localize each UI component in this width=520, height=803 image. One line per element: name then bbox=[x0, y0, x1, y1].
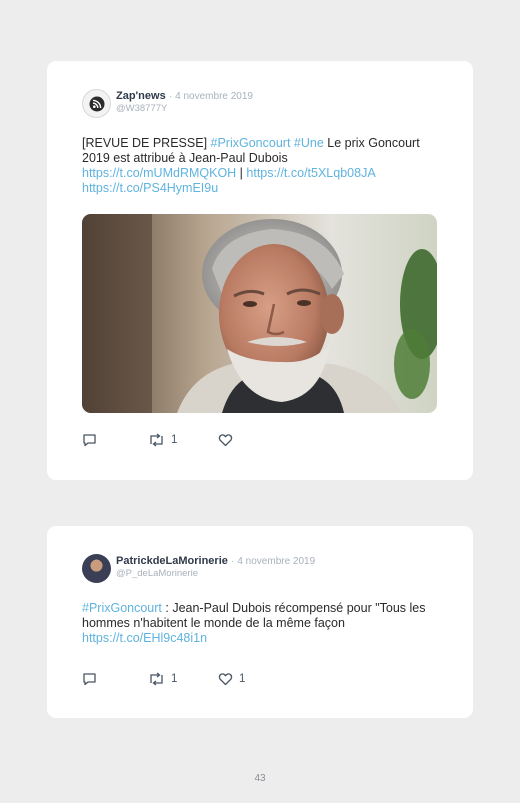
author-handle[interactable]: @P_deLaMorinerie bbox=[116, 568, 315, 580]
hashtag-prixgoncourt[interactable]: #PrixGoncourt bbox=[82, 601, 162, 615]
link-separator: | bbox=[236, 166, 247, 180]
retweet-icon bbox=[150, 672, 163, 686]
retweet-count: 1 bbox=[171, 434, 178, 446]
tweet-actions: 1 1 bbox=[82, 672, 245, 686]
like-button[interactable]: 1 bbox=[218, 672, 245, 686]
tweet-photo[interactable] bbox=[82, 214, 437, 413]
separator: · bbox=[168, 91, 173, 102]
tweet-header: PatrickdeLaMorinerie · 4 novembre 2019 @… bbox=[82, 554, 315, 583]
author-handle[interactable]: @W38777Y bbox=[116, 103, 253, 115]
tweet-header: Zap'news · 4 novembre 2019 @W38777Y bbox=[82, 89, 253, 118]
page-number: 43 bbox=[254, 773, 266, 784]
tweet-link[interactable]: https://t.co/PS4HymEI9u bbox=[82, 181, 218, 195]
tweet-card-zapnews: Zap'news · 4 novembre 2019 @W38777Y [REV… bbox=[47, 61, 473, 480]
hashtag-prixgoncourt[interactable]: #PrixGoncourt bbox=[211, 136, 291, 150]
tweet-text: [REVUE DE PRESSE] #PrixGoncourt #Une Le … bbox=[82, 136, 442, 196]
tweet-text: #PrixGoncourt : Jean-Paul Dubois récompe… bbox=[82, 601, 442, 646]
hashtag-une[interactable]: #Une bbox=[294, 136, 324, 150]
tweet-date[interactable]: 4 novembre 2019 bbox=[237, 556, 315, 567]
separator: · bbox=[230, 556, 235, 567]
reply-icon bbox=[83, 434, 96, 447]
tweet-actions: 1 bbox=[82, 433, 239, 447]
rss-icon bbox=[89, 96, 104, 111]
tweet-date[interactable]: 4 novembre 2019 bbox=[175, 91, 253, 102]
retweet-icon bbox=[150, 433, 163, 447]
reply-icon bbox=[83, 673, 96, 686]
retweet-button[interactable]: 1 bbox=[148, 433, 218, 447]
tweet-link[interactable]: https://t.co/mUMdRMQKOH bbox=[82, 166, 236, 180]
reply-button[interactable] bbox=[82, 672, 148, 686]
author-name[interactable]: PatrickdeLaMorinerie bbox=[116, 555, 228, 567]
avatar[interactable] bbox=[82, 554, 111, 583]
author-name[interactable]: Zap'news bbox=[116, 90, 166, 102]
tweet-card-patrick: PatrickdeLaMorinerie · 4 novembre 2019 @… bbox=[47, 526, 473, 718]
retweet-count: 1 bbox=[171, 673, 178, 685]
like-button[interactable] bbox=[218, 433, 239, 447]
retweet-button[interactable]: 1 bbox=[148, 672, 218, 686]
avatar[interactable] bbox=[82, 89, 111, 118]
reply-button[interactable] bbox=[82, 433, 148, 447]
heart-icon bbox=[218, 434, 233, 447]
portrait-photo bbox=[82, 214, 437, 413]
heart-icon bbox=[218, 673, 233, 686]
text-prefix: [REVUE DE PRESSE] bbox=[82, 136, 211, 150]
tweet-link[interactable]: https://t.co/t5XLqb08JA bbox=[246, 166, 375, 180]
tweet-link[interactable]: https://t.co/EHl9c48i1n bbox=[82, 631, 207, 645]
like-count: 1 bbox=[239, 673, 246, 685]
